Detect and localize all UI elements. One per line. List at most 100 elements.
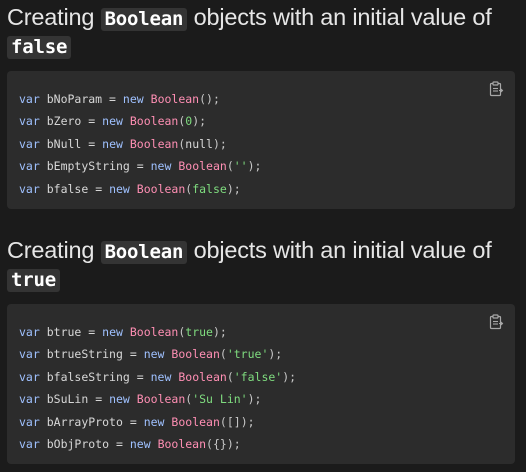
code-constructor: Boolean <box>171 414 220 429</box>
code-keyword: new <box>109 392 130 407</box>
code-keyword: var <box>19 414 40 429</box>
code-operator: = <box>95 181 103 196</box>
code-keyword: new <box>129 436 151 451</box>
code-lines: var bNoParam = new Boolean(); var bZero =… <box>19 88 261 200</box>
code-variable-name: bSuLin <box>46 392 89 407</box>
section-heading-line2: true <box>7 264 60 294</box>
code-line: var bNoParam = new Boolean(); <box>19 88 261 110</box>
code-punctuation: ); <box>206 92 220 106</box>
code-operator: = <box>95 392 103 407</box>
code-block: var btrue = new Boolean(true); var btrueS… <box>7 304 515 464</box>
code-variable-name: bEmptyString <box>46 159 130 174</box>
code-keyword: var <box>19 369 40 384</box>
code-constructor: Boolean <box>157 436 207 451</box>
code-line: var bEmptyString = new Boolean(''); <box>19 155 261 177</box>
heading-text-prefix: Creating <box>7 4 101 30</box>
code-argument: 'Su Lin' <box>192 392 248 407</box>
code-constructor: Boolean <box>178 159 227 174</box>
code-punctuation: ( <box>219 347 227 362</box>
code-operator: = <box>88 325 96 339</box>
code-variable-name: bNull <box>46 136 82 151</box>
code-keyword: var <box>19 392 40 407</box>
code-operator: = <box>109 92 116 106</box>
code-keyword: new <box>143 414 165 429</box>
code-line: var bObjProto = new Boolean({}); <box>19 433 296 455</box>
heading-inline-code: true <box>7 269 60 292</box>
code-punctuation: ( <box>206 436 213 451</box>
code-line: var btrue = new Boolean(true); <box>19 321 296 343</box>
code-operator: = <box>88 136 96 151</box>
heading-text-prefix: Creating <box>7 237 101 263</box>
code-operator: = <box>129 347 137 362</box>
code-constructor: Boolean <box>129 114 179 129</box>
code-constructor: Boolean <box>136 181 186 196</box>
code-keyword: new <box>102 136 123 151</box>
code-variable-name: bArrayProto <box>46 414 123 429</box>
code-keyword: new <box>143 347 165 362</box>
heading-inline-code: Boolean <box>100 241 188 264</box>
code-variable-name: btrue <box>46 325 82 339</box>
copy-button[interactable] <box>487 80 505 98</box>
code-punctuation: ( <box>219 414 227 429</box>
code-punctuation: ); <box>247 392 262 407</box>
code-variable-name: btrueString <box>46 347 123 362</box>
code-variable-name: bObjProto <box>46 436 110 451</box>
code-keyword: var <box>19 347 40 362</box>
code-keyword: var <box>19 136 40 151</box>
code-keyword: new <box>109 181 130 196</box>
code-punctuation: ( <box>226 369 234 384</box>
code-block: var bNoParam = new Boolean(); var bZero =… <box>7 71 515 209</box>
copy-button[interactable] <box>487 313 505 331</box>
code-punctuation: ); <box>212 325 227 339</box>
code-constructor: Boolean <box>178 369 227 384</box>
code-constructor: Boolean <box>136 392 186 407</box>
heading-text-suffix: objects with an initial value of <box>187 4 492 30</box>
code-punctuation: ); <box>247 159 262 174</box>
code-constructor: Boolean <box>129 325 179 339</box>
code-argument: '' <box>233 159 248 174</box>
section-heading-line2: false <box>7 31 72 61</box>
code-argument: 'true' <box>226 347 269 362</box>
code-keyword: var <box>19 436 40 451</box>
code-punctuation: ); <box>268 347 283 362</box>
code-punctuation: ( <box>199 92 207 106</box>
code-argument: [] <box>226 414 241 429</box>
code-keyword: new <box>102 325 123 339</box>
code-argument: null <box>185 136 213 151</box>
code-variable-name: bfalseString <box>46 369 130 384</box>
code-keyword: new <box>150 369 172 384</box>
code-line: var bNull = new Boolean(null); <box>19 133 261 155</box>
heading-inline-code: Boolean <box>100 8 188 31</box>
code-operator: = <box>88 114 96 129</box>
code-line: var bArrayProto = new Boolean([]); <box>19 411 296 433</box>
code-punctuation: ); <box>226 436 241 451</box>
code-punctuation: ); <box>212 136 227 151</box>
clipboard-icon <box>489 81 504 97</box>
code-argument: {} <box>212 436 227 451</box>
code-keyword: var <box>19 325 40 339</box>
code-line: var bSuLin = new Boolean('Su Lin'); <box>19 388 296 410</box>
code-operator: = <box>115 436 123 451</box>
code-line: var btrueString = new Boolean('true'); <box>19 343 296 365</box>
code-keyword: new <box>122 92 144 106</box>
code-argument: true <box>185 325 213 339</box>
code-keyword: var <box>19 159 40 174</box>
code-punctuation: ); <box>226 181 241 196</box>
code-operator: = <box>136 159 144 174</box>
code-argument: 'false' <box>233 369 283 384</box>
code-line: var bZero = new Boolean(0); <box>19 110 261 132</box>
heading-text-suffix: objects with an initial value of <box>187 237 492 263</box>
code-punctuation: ); <box>240 414 255 429</box>
code-constructor: Boolean <box>150 92 200 106</box>
code-operator: = <box>129 414 137 429</box>
heading-inline-code: false <box>7 36 72 59</box>
code-operator: = <box>136 369 144 384</box>
code-punctuation: ( <box>226 159 234 174</box>
code-variable-name: bZero <box>46 114 82 129</box>
code-keyword: new <box>102 114 123 129</box>
clipboard-icon <box>489 314 504 330</box>
code-keyword: var <box>19 181 40 196</box>
code-variable-name: bfalse <box>46 181 89 196</box>
code-line: var bfalse = new Boolean(false); <box>19 178 261 200</box>
code-punctuation: ); <box>192 114 207 129</box>
